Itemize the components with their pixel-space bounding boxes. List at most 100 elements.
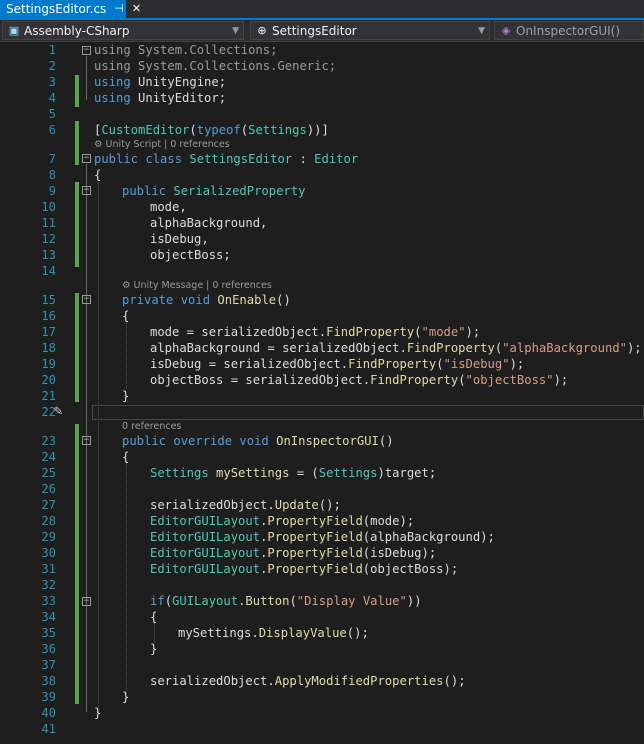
line-number: 15 [41,293,56,307]
code-text: { [94,168,102,182]
member-dropdown[interactable]: ◈ OnInspectorGUI() [494,21,644,40]
code-text: EditorGUILayout.PropertyField(mode); [150,514,415,528]
line-number: 20 [41,373,56,387]
code-line: 15 private void OnEnable() [0,292,644,308]
line-number: 3 [48,75,56,89]
line-number: 37 [41,658,56,672]
class-icon: ⊕ [257,24,267,37]
code-line: 36} [0,641,644,657]
code-line: 12 isDebug, [0,231,644,247]
code-text: } [122,690,130,704]
line-number: 35 [41,626,56,640]
codelens-references[interactable]: 0 references [122,421,181,433]
line-number: 8 [48,168,56,182]
code-line: 23 public override void OnInspectorGUI() [0,433,644,449]
tab-settingseditor[interactable]: SettingsEditor.cs ⊣ ✕ [0,0,141,18]
line-number: 10 [41,200,56,214]
code-line: 9 public SerializedProperty [0,183,644,199]
codelens-references[interactable]: ⚙ Unity Script | 0 references [94,139,230,151]
line-number: 22 [41,405,56,419]
line-number: 4 [48,91,56,105]
code-text: } [94,706,102,720]
codelens-references[interactable]: ⚙ Unity Message | 0 references [122,280,272,292]
line-number: 2 [48,59,56,73]
code-line: 17 mode = serializedObject.FindProperty("… [0,324,644,340]
line-number: 23 [41,434,56,448]
line-number: 6 [48,123,56,137]
csharp-project-icon: ▣ [8,24,20,37]
chevron-down-icon: ▼ [232,25,239,36]
code-line: 38 serializedObject.ApplyModifiedProperti… [0,673,644,689]
type-dropdown[interactable]: ⊕ SettingsEditor ▼ [250,21,490,40]
type-label: SettingsEditor [272,23,357,38]
code-text: EditorGUILayout.PropertyField(isDebug); [150,546,437,560]
code-line: 41 [0,721,644,737]
code-line: 8{ [0,167,644,183]
code-line: 27 serializedObject.Update(); [0,497,644,513]
code-text: } [150,642,158,656]
code-line: 10 mode, [0,199,644,215]
line-number: 31 [41,562,56,576]
code-line: 28 EditorGUILayout.PropertyField(mode); [0,513,644,529]
line-number: 18 [41,341,56,355]
tab-title: SettingsEditor.cs [6,2,107,16]
codelens-text: 0 references [122,421,182,432]
code-line: 1 using System.Collections; [0,42,644,58]
line-number: 33 [41,594,56,608]
code-line: 39} [0,689,644,705]
code-text: using UnityEditor; [94,91,227,105]
code-line: 33 if(GUILayout.Button("Display Value")) [0,593,644,609]
line-number: 11 [41,216,56,230]
navigation-bar: ▣ Assembly-CSharp ▼ ⊕ SettingsEditor ▼ ◈… [0,20,644,42]
line-number: 7 [48,152,56,166]
code-text: } [122,389,130,403]
line-number: 29 [41,530,56,544]
line-number: 17 [41,325,56,339]
code-text: isDebug = serializedObject.FindProperty(… [150,357,525,371]
line-number: 13 [41,248,56,262]
pin-icon[interactable]: ⊣ [114,0,124,18]
code-line: 29 EditorGUILayout.PropertyField(alphaBac… [0,529,644,545]
code-text: { [150,610,158,624]
code-text: EditorGUILayout.PropertyField(objectBoss… [150,562,459,576]
tab-bar: SettingsEditor.cs ⊣ ✕ [0,0,644,20]
code-text: using System.Collections; [94,43,278,57]
code-line: 30 EditorGUILayout.PropertyField(isDebug)… [0,545,644,561]
line-number: 32 [41,578,56,592]
line-number: 28 [41,514,56,528]
code-line: 35 mySettings.DisplayValue(); [0,625,644,641]
code-text: serializedObject.Update(); [150,498,341,512]
code-text: alphaBackground = serializedObject.FindP… [150,341,642,355]
code-line: 7 public class SettingsEditor : Editor [0,151,644,167]
line-number: 36 [41,642,56,656]
code-text: mode, [150,200,187,214]
code-text: Settings mySettings = (Settings)target; [150,466,437,480]
line-number: 30 [41,546,56,560]
project-label: Assembly-CSharp [24,23,130,38]
code-text: public override void OnInspectorGUI() [122,434,394,448]
code-line: 25 Settings mySettings = (Settings)target… [0,465,644,481]
line-number: 39 [41,690,56,704]
code-line: 19 isDebug = serializedObject.FindPropert… [0,356,644,372]
code-text: alphaBackground, [150,216,268,230]
line-number: 16 [41,309,56,323]
close-icon[interactable]: ✕ [132,0,141,18]
code-line: 37 [0,657,644,673]
code-line: 18 alphaBackground = serializedObject.Fin… [0,340,644,356]
line-number: 1 [48,43,56,57]
project-dropdown[interactable]: ▣ Assembly-CSharp ▼ [2,21,244,40]
code-text: if(GUILayout.Button("Display Value")) [150,594,422,608]
chevron-down-icon: ▼ [478,25,485,36]
code-editor[interactable]: − − − − − − ✎ 1 using System.Collections;… [0,42,644,744]
code-line: 24 { [0,449,644,465]
line-number: 34 [41,610,56,624]
code-line: 26 [0,481,644,497]
code-text: { [122,450,130,464]
code-line: 21} [0,388,644,404]
code-line: 40} [0,705,644,721]
code-text: using UnityEngine; [94,75,227,89]
code-line: 14 [0,263,644,279]
method-icon: ◈ [501,24,511,37]
code-line: 2 using System.Collections.Generic; [0,58,644,74]
code-text: isDebug, [150,232,209,246]
